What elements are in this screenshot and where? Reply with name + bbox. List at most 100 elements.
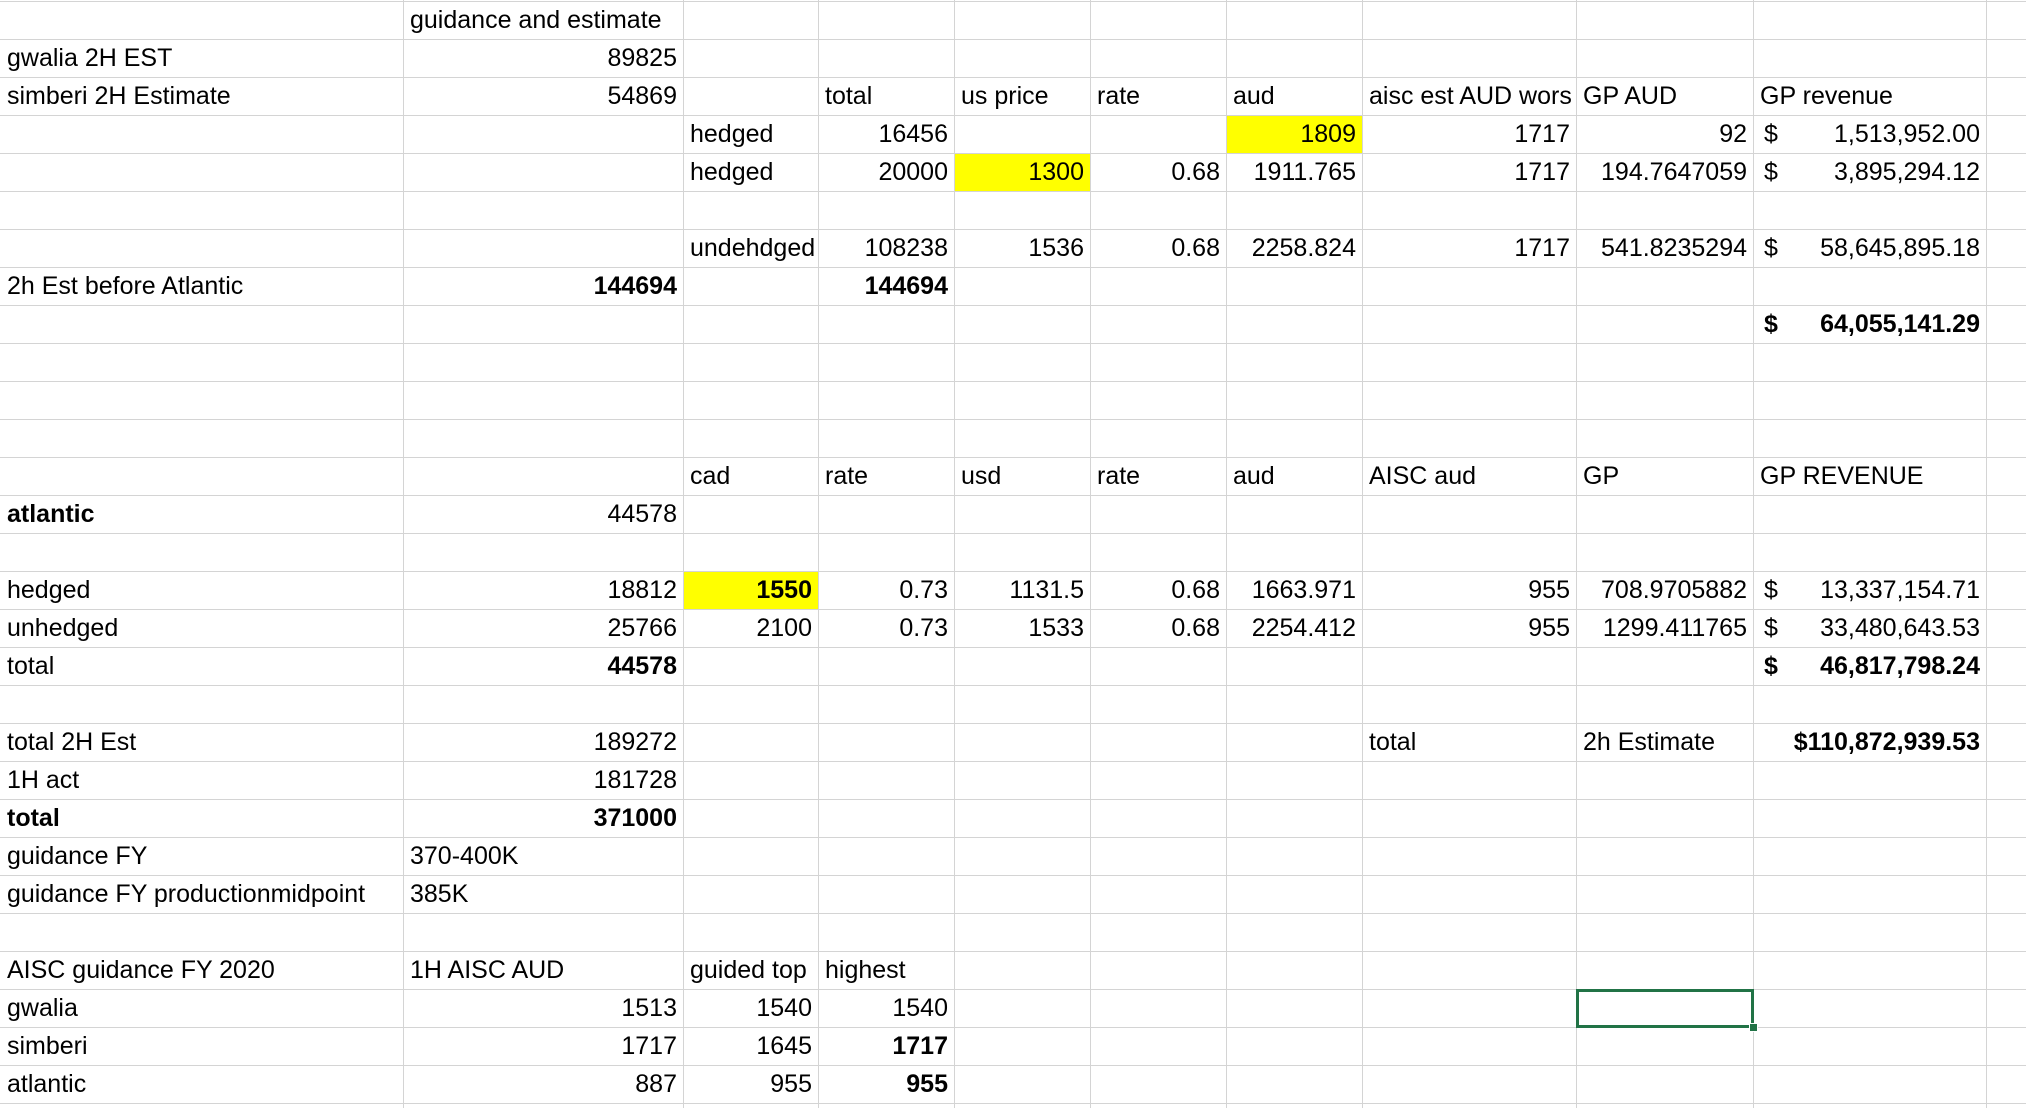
cell-r8-c4[interactable]: 144694 [819,268,954,305]
cell-r7-c3[interactable]: undehdged [684,230,818,267]
cell-r22-c2[interactable]: 371000 [404,800,683,837]
cell-r13-c7[interactable]: aud [1227,458,1362,495]
cell-r5-c5[interactable]: 1300 [955,154,1090,191]
cell-r27-c1[interactable]: gwalia [1,990,403,1027]
cell-r29-c2[interactable]: 887 [404,1066,683,1103]
cell-r22-c1[interactable]: total [1,800,403,837]
fill-handle[interactable] [1749,1023,1758,1032]
cell-r24-c1[interactable]: guidance FY productionmidpoint [1,876,403,913]
cell-r5-c6[interactable]: 0.68 [1091,154,1226,191]
cell-r3-c7[interactable]: aud [1227,78,1362,115]
cell-r29-c1[interactable]: atlantic [1,1066,403,1103]
cell-r27-c2[interactable]: 1513 [404,990,683,1027]
cell-r4-c7[interactable]: 1809 [1227,116,1362,153]
cell-r4-c4[interactable]: 16456 [819,116,954,153]
cell-r16-c5[interactable]: 1131.5 [955,572,1090,609]
cell-r13-c4[interactable]: rate [819,458,954,495]
cell-r2-c1[interactable]: gwalia 2H EST [1,40,403,77]
cell-r5-c7[interactable]: 1911.765 [1227,154,1362,191]
cell-r26-c3[interactable]: guided top [684,952,818,989]
active-cell-selection[interactable] [1576,989,1754,1028]
cell-r4-c3[interactable]: hedged [684,116,818,153]
spreadsheet-grid[interactable]: guidance and estimate gwalia 2H EST 89825 s… [0,0,2026,1108]
cell-r17-c3[interactable]: 2100 [684,610,818,647]
cell-r13-c6[interactable]: rate [1091,458,1226,495]
cell-r29-c4[interactable]: 955 [819,1066,954,1103]
cell-r16-c10[interactable]: $13,337,154.71 [1754,572,1986,609]
cell-r14-c2[interactable]: 44578 [404,496,683,533]
cell-r26-c4[interactable]: highest [819,952,954,989]
cell-r8-c1[interactable]: 2h Est before Atlantic [1,268,403,305]
cell-r16-c7[interactable]: 1663.971 [1227,572,1362,609]
cell-r23-c2[interactable]: 370-400K [404,838,683,875]
cell-r13-c9[interactable]: GP [1577,458,1753,495]
cell-r20-c9[interactable]: 2h Estimate [1577,724,1753,761]
cell-r3-c9[interactable]: GP AUD [1577,78,1753,115]
cell-r4-c10[interactable]: $1,513,952.00 [1754,116,1986,153]
cell-r5-c4[interactable]: 20000 [819,154,954,191]
cell-r23-c1[interactable]: guidance FY [1,838,403,875]
cell-r13-c5[interactable]: usd [955,458,1090,495]
cell-r16-c9[interactable]: 708.9705882 [1577,572,1753,609]
cell-r28-c1[interactable]: simberi [1,1028,403,1065]
cell-r20-c1[interactable]: total 2H Est [1,724,403,761]
cell-r17-c2[interactable]: 25766 [404,610,683,647]
cell-r3-c8[interactable]: aisc est AUD wors [1363,78,1576,115]
cell-r28-c3[interactable]: 1645 [684,1028,818,1065]
cell-r4-c9[interactable]: 92 [1577,116,1753,153]
cell-r28-c4[interactable]: 1717 [819,1028,954,1065]
cell-r21-c1[interactable]: 1H act [1,762,403,799]
cell-r27-c3[interactable]: 1540 [684,990,818,1027]
cell-r17-c9[interactable]: 1299.411765 [1577,610,1753,647]
cell-r9-c10[interactable]: $64,055,141.29 [1754,306,1986,343]
cell-r3-c10[interactable]: GP revenue [1754,78,1986,115]
cell-r13-c8[interactable]: AISC aud [1363,458,1576,495]
cell-r13-c10[interactable]: GP REVENUE [1754,458,1986,495]
cell-r3-c2[interactable]: 54869 [404,78,683,115]
cell-r7-c9[interactable]: 541.8235294 [1577,230,1753,267]
cell-r17-c8[interactable]: 955 [1363,610,1576,647]
cell-r3-c5[interactable]: us price [955,78,1090,115]
cell-r8-c2[interactable]: 144694 [404,268,683,305]
cell-r7-c6[interactable]: 0.68 [1091,230,1226,267]
cell-r16-c1[interactable]: hedged [1,572,403,609]
cell-r5-c9[interactable]: 194.7647059 [1577,154,1753,191]
cell-r1-c2[interactable]: guidance and estimate [404,2,683,39]
cell-r27-c4[interactable]: 1540 [819,990,954,1027]
cell-r18-c10[interactable]: $46,817,798.24 [1754,648,1986,685]
cell-r20-c2[interactable]: 189272 [404,724,683,761]
cell-r5-c10[interactable]: $3,895,294.12 [1754,154,1986,191]
cell-r14-c1[interactable]: atlantic [1,496,403,533]
cell-r13-c3[interactable]: cad [684,458,818,495]
cell-r24-c2[interactable]: 385K [404,876,683,913]
cell-r16-c3[interactable]: 1550 [684,572,818,609]
cell-r7-c10[interactable]: $58,645,895.18 [1754,230,1986,267]
cell-r17-c10[interactable]: $33,480,643.53 [1754,610,1986,647]
cell-r26-c2[interactable]: 1H AISC AUD [404,952,683,989]
cell-r16-c8[interactable]: 955 [1363,572,1576,609]
cell-r17-c4[interactable]: 0.73 [819,610,954,647]
cell-r7-c7[interactable]: 2258.824 [1227,230,1362,267]
cell-r7-c4[interactable]: 108238 [819,230,954,267]
cell-r5-c8[interactable]: 1717 [1363,154,1576,191]
cell-r18-c2[interactable]: 44578 [404,648,683,685]
cell-r26-c1[interactable]: AISC guidance FY 2020 [1,952,403,989]
cell-r17-c6[interactable]: 0.68 [1091,610,1226,647]
cell-r3-c4[interactable]: total [819,78,954,115]
cell-r3-c6[interactable]: rate [1091,78,1226,115]
cell-r21-c2[interactable]: 181728 [404,762,683,799]
cell-r16-c2[interactable]: 18812 [404,572,683,609]
cell-r20-c10[interactable]: $110,872,939.53 [1754,724,1986,761]
cell-r29-c3[interactable]: 955 [684,1066,818,1103]
cell-r16-c6[interactable]: 0.68 [1091,572,1226,609]
cell-r7-c5[interactable]: 1536 [955,230,1090,267]
cell-r7-c8[interactable]: 1717 [1363,230,1576,267]
cell-r18-c1[interactable]: total [1,648,403,685]
cell-r17-c7[interactable]: 2254.412 [1227,610,1362,647]
cell-r17-c5[interactable]: 1533 [955,610,1090,647]
cell-r17-c1[interactable]: unhedged [1,610,403,647]
cell-r16-c4[interactable]: 0.73 [819,572,954,609]
cell-r28-c2[interactable]: 1717 [404,1028,683,1065]
cell-r4-c8[interactable]: 1717 [1363,116,1576,153]
cell-r3-c1[interactable]: simberi 2H Estimate [1,78,403,115]
